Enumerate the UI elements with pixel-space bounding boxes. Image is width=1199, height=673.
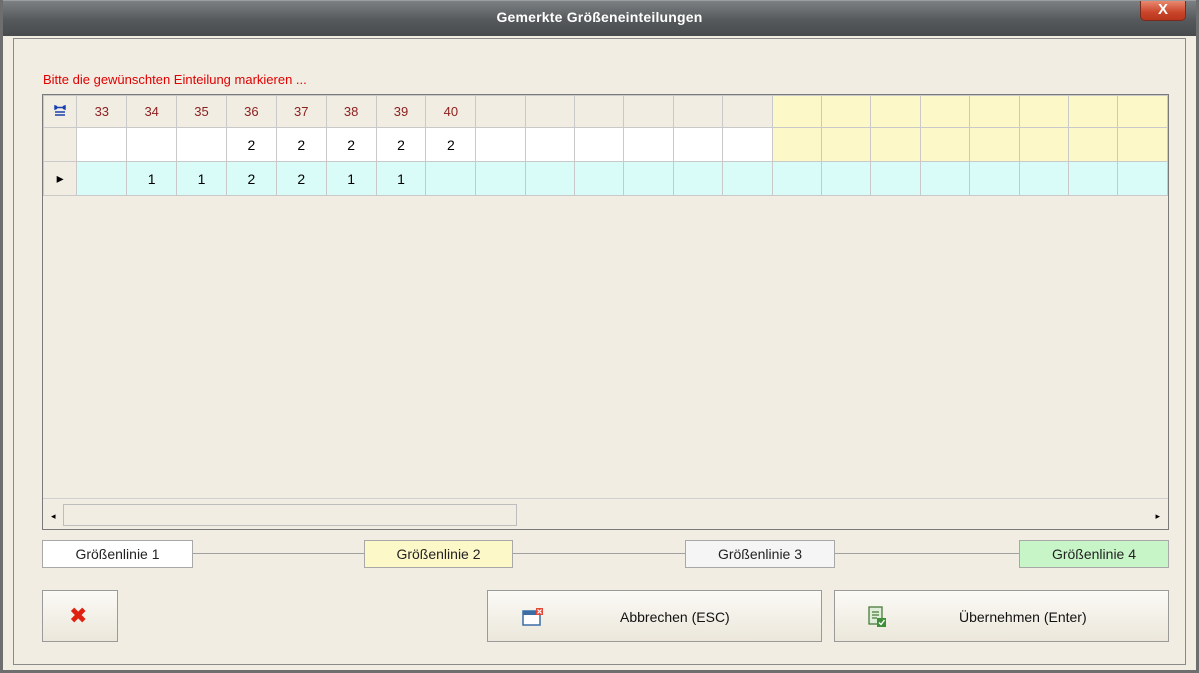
- quantity-cell[interactable]: [475, 127, 526, 162]
- accept-button-label: Übernehmen (Enter): [959, 609, 1087, 625]
- size-header-cell[interactable]: 33: [76, 95, 128, 128]
- quantity-cell[interactable]: [176, 127, 227, 162]
- quantity-cell[interactable]: 2: [275, 161, 327, 196]
- quantity-cell[interactable]: [1067, 161, 1119, 196]
- red-x-icon: ✖: [69, 603, 88, 628]
- quantity-cell[interactable]: [76, 127, 128, 162]
- row-marker[interactable]: ▸: [43, 161, 78, 196]
- size-line-1[interactable]: Größenlinie 1: [42, 540, 193, 568]
- accept-document-icon: [867, 606, 887, 631]
- size-header-cell[interactable]: [574, 95, 625, 128]
- quantity-cell[interactable]: 2: [375, 127, 427, 162]
- size-header-cell[interactable]: [623, 95, 674, 128]
- quantity-cell[interactable]: [524, 127, 576, 162]
- quantity-cell[interactable]: [870, 127, 921, 162]
- size-line-connector: [513, 553, 685, 554]
- size-header-cell[interactable]: 35: [176, 95, 227, 128]
- scroll-right-arrow-icon[interactable]: ▸: [1155, 511, 1160, 522]
- title-bar[interactable]: Gemerkte Größeneinteilungen X: [3, 0, 1196, 36]
- quantity-cell[interactable]: [771, 161, 823, 196]
- quantity-cell[interactable]: [1018, 127, 1069, 162]
- quantity-cell[interactable]: [969, 127, 1020, 162]
- quantity-cell[interactable]: [524, 161, 576, 196]
- quantity-cell[interactable]: [1067, 127, 1119, 162]
- quantity-cell[interactable]: [771, 127, 823, 162]
- quantity-cell[interactable]: [722, 127, 773, 162]
- size-header-cell[interactable]: 40: [425, 95, 477, 128]
- column-resize-icon[interactable]: [43, 95, 78, 128]
- quantity-cell[interactable]: 1: [176, 161, 227, 196]
- delete-button[interactable]: ✖: [42, 590, 118, 642]
- quantity-cell[interactable]: 1: [375, 161, 427, 196]
- size-header-cell[interactable]: [524, 95, 576, 128]
- quantity-cell[interactable]: [919, 161, 971, 196]
- cancel-button[interactable]: Abbrechen (ESC): [487, 590, 822, 642]
- quantity-cell[interactable]: [870, 161, 921, 196]
- quantity-cell[interactable]: [475, 161, 526, 196]
- quantity-cell[interactable]: [425, 161, 477, 196]
- quantity-cell[interactable]: [1117, 127, 1168, 162]
- accept-button[interactable]: Übernehmen (Enter): [834, 590, 1169, 642]
- size-header-cell[interactable]: [722, 95, 773, 128]
- size-table: 33 34 35 36 37 38 39 40 2 2 2 2 2 ▸ 1 1 2 2 1 1: [43, 95, 1168, 196]
- quantity-cell[interactable]: [1117, 161, 1168, 196]
- quantity-cell[interactable]: [574, 127, 625, 162]
- row-marker[interactable]: [43, 127, 78, 162]
- size-header-cell[interactable]: [1117, 95, 1168, 128]
- quantity-cell[interactable]: [1018, 161, 1069, 196]
- window-title: Gemerkte Größeneinteilungen: [496, 9, 703, 25]
- cancel-button-label: Abbrechen (ESC): [620, 609, 730, 625]
- size-line-connector: [193, 553, 364, 554]
- size-line-4[interactable]: Größenlinie 4: [1019, 540, 1169, 568]
- scroll-left-arrow-icon[interactable]: ◂: [51, 511, 56, 522]
- size-header-cell[interactable]: 38: [325, 95, 377, 128]
- quantity-cell[interactable]: [969, 161, 1020, 196]
- quantity-cell[interactable]: [820, 127, 872, 162]
- size-line-3[interactable]: Größenlinie 3: [685, 540, 835, 568]
- size-header-cell[interactable]: [919, 95, 971, 128]
- horizontal-scrollbar[interactable]: ◂ ▸: [43, 498, 1168, 529]
- size-header-cell[interactable]: [870, 95, 921, 128]
- quantity-cell[interactable]: 1: [325, 161, 377, 196]
- quantity-cell[interactable]: [672, 161, 724, 196]
- size-header-cell[interactable]: [820, 95, 872, 128]
- table-row[interactable]: 22222: [43, 127, 1168, 162]
- quantity-cell[interactable]: [623, 127, 674, 162]
- quantity-cell[interactable]: 2: [225, 161, 277, 196]
- quantity-cell[interactable]: [820, 161, 872, 196]
- quantity-cell[interactable]: 2: [225, 127, 277, 162]
- size-header-cell[interactable]: [1067, 95, 1119, 128]
- quantity-cell[interactable]: [722, 161, 773, 196]
- size-header-cell[interactable]: 37: [275, 95, 327, 128]
- quantity-cell[interactable]: [126, 127, 178, 162]
- size-header-cell[interactable]: 39: [375, 95, 427, 128]
- quantity-cell[interactable]: 2: [325, 127, 377, 162]
- size-header-cell[interactable]: [969, 95, 1020, 128]
- size-line-connector: [835, 553, 1019, 554]
- quantity-cell[interactable]: [919, 127, 971, 162]
- instruction-text: Bitte die gewünschten Einteilung markier…: [43, 72, 307, 87]
- size-header-cell[interactable]: [672, 95, 724, 128]
- close-button[interactable]: X: [1140, 1, 1186, 21]
- size-line-2[interactable]: Größenlinie 2: [364, 540, 513, 568]
- size-header-cell[interactable]: [475, 95, 526, 128]
- quantity-cell[interactable]: 2: [425, 127, 477, 162]
- size-header-cell[interactable]: [1018, 95, 1069, 128]
- table-row[interactable]: ▸ 1 1 2 2 1 1: [43, 161, 1168, 196]
- quantity-cell[interactable]: [672, 127, 724, 162]
- quantity-cell[interactable]: 1: [126, 161, 178, 196]
- quantity-cell[interactable]: [574, 161, 625, 196]
- quantity-cell[interactable]: [623, 161, 674, 196]
- size-header-cell[interactable]: 34: [126, 95, 178, 128]
- size-header-cell[interactable]: 36: [225, 95, 277, 128]
- size-header-cell[interactable]: [771, 95, 823, 128]
- scrollbar-thumb[interactable]: [63, 504, 517, 526]
- window-close-icon: [522, 608, 544, 629]
- quantity-cell[interactable]: [76, 161, 128, 196]
- quantity-cell[interactable]: 2: [275, 127, 327, 162]
- size-grid[interactable]: 33 34 35 36 37 38 39 40 2 2 2 2 2 ▸ 1 1 2 2 1 1 ◂ ▸: [42, 94, 1169, 530]
